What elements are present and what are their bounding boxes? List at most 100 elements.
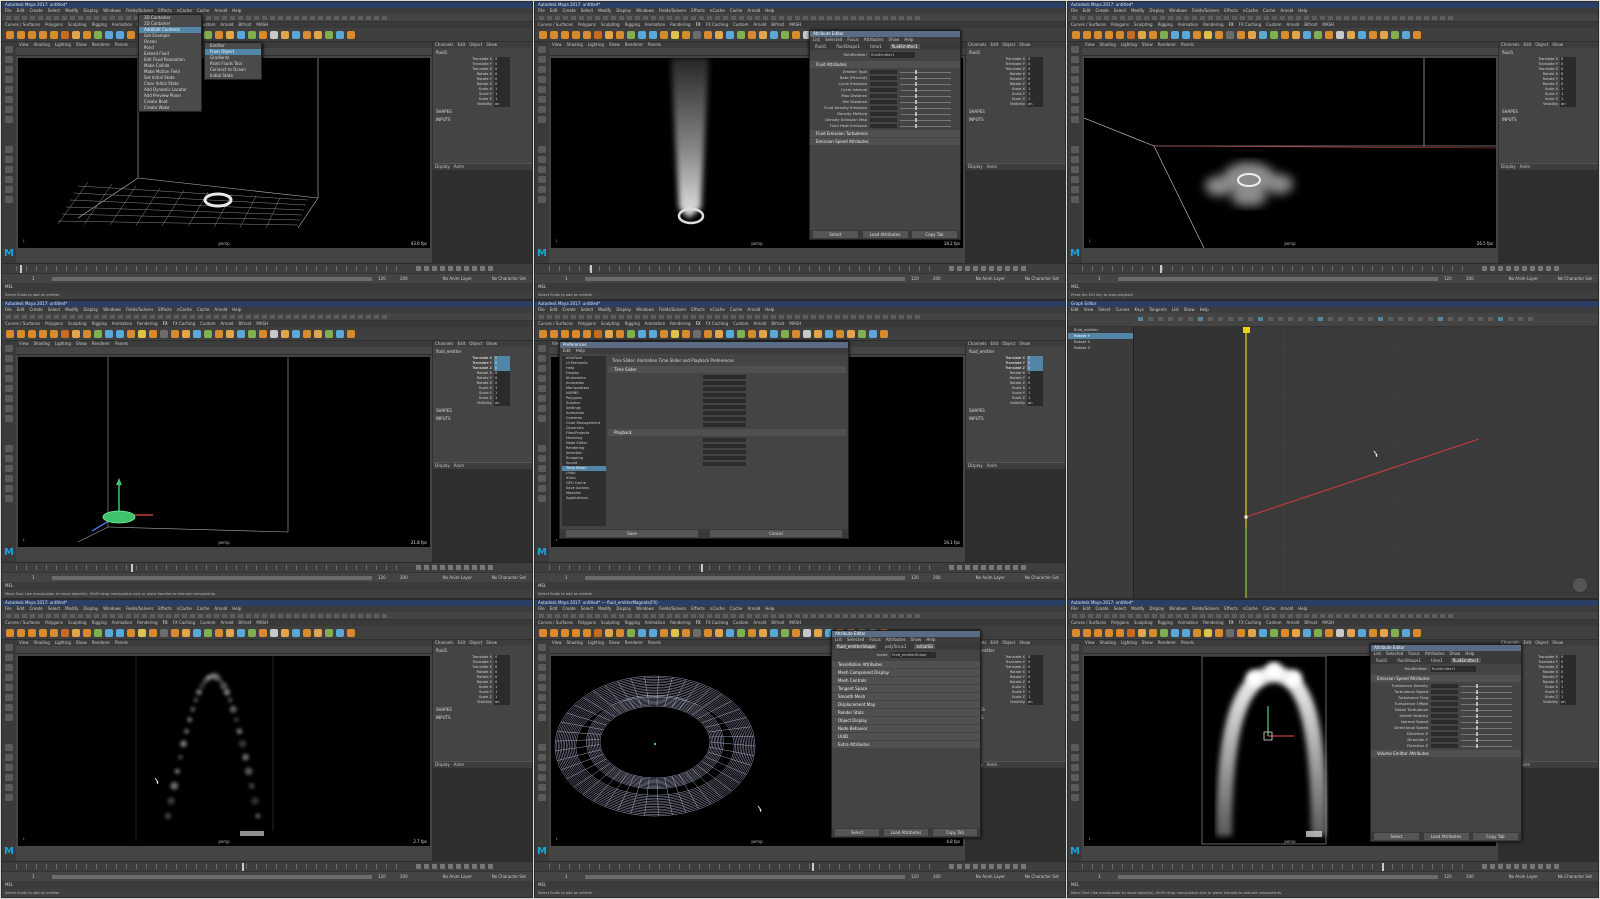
menu-help[interactable]: Help	[1298, 606, 1307, 611]
tool-icon[interactable]	[538, 375, 546, 382]
shelf-tool-icon[interactable]	[539, 330, 547, 338]
status-line-icon[interactable]	[603, 315, 608, 319]
shelf-tab[interactable]: MASH	[1322, 620, 1334, 625]
status-line-icon[interactable]	[635, 315, 640, 319]
shelf-tab[interactable]: Bifrost	[771, 321, 784, 326]
menu-cache[interactable]: Cache	[197, 606, 209, 611]
playback-button-icon[interactable]	[424, 565, 429, 570]
status-line-icon[interactable]	[595, 16, 600, 20]
status-line-icon[interactable]	[843, 315, 848, 319]
menu-ncache[interactable]: nCache	[177, 8, 192, 13]
channel-row[interactable]: Visibility on	[1499, 102, 1598, 107]
status-line-icon[interactable]	[302, 315, 307, 319]
status-line-icon[interactable]	[563, 315, 568, 319]
status-line-icon[interactable]	[755, 614, 760, 618]
shelf-tool-icon[interactable]	[704, 31, 712, 39]
playback-button-icon[interactable]	[981, 864, 986, 869]
playback-button-icon[interactable]	[440, 565, 445, 570]
tool-icon[interactable]	[5, 66, 13, 73]
status-line-icon[interactable]	[779, 16, 784, 20]
ae-section-header[interactable]: Node Behavior	[832, 725, 980, 732]
status-line-icon[interactable]	[1112, 16, 1117, 20]
status-line-icon[interactable]	[667, 16, 672, 20]
tool-icon[interactable]	[538, 694, 546, 701]
shelf-tab[interactable]: Arnold	[753, 22, 766, 27]
command-line[interactable]: MEL	[535, 881, 1065, 889]
shelf-tab[interactable]: Curves / Surfaces	[1071, 22, 1106, 27]
status-line-icon[interactable]	[54, 315, 59, 319]
shelf-tool-icon[interactable]	[583, 330, 591, 338]
shelf-tool-icon[interactable]	[1226, 629, 1234, 637]
status-line-icon[interactable]	[366, 315, 371, 319]
channel-box-menu-item[interactable]: Show	[1019, 42, 1030, 47]
shelf-tool-icon[interactable]	[17, 330, 25, 338]
status-line-icon[interactable]	[771, 16, 776, 20]
status-line-icon[interactable]	[310, 16, 315, 20]
tool-icon[interactable]	[1071, 664, 1079, 671]
status-line-icon[interactable]	[795, 16, 800, 20]
tool-icon[interactable]	[538, 365, 546, 372]
channel-box-menu-item[interactable]: Edit	[458, 640, 466, 645]
shelf-tool-icon[interactable]	[116, 629, 124, 637]
tool-icon[interactable]	[5, 415, 13, 422]
shelf-tool-icon[interactable]	[226, 629, 234, 637]
ae-attribute-slider[interactable]	[900, 78, 951, 79]
ae-menu-item[interactable]: List	[813, 37, 820, 42]
channel-value[interactable]: on	[1027, 700, 1043, 705]
status-line-icon[interactable]	[70, 315, 75, 319]
playback-button-icon[interactable]	[432, 266, 437, 271]
status-line-icon[interactable]	[294, 315, 299, 319]
playback-button-icon[interactable]	[1005, 266, 1010, 271]
menu-edit[interactable]: Edit	[1083, 8, 1091, 13]
fluids-menu-item[interactable]: Create Wake	[139, 105, 201, 111]
layout-icon[interactable]	[5, 784, 13, 791]
ae-attribute-slider[interactable]	[900, 126, 951, 127]
status-line-icon[interactable]	[1392, 614, 1397, 618]
playback-button-icon[interactable]	[949, 864, 954, 869]
panel-menu-item[interactable]: View	[19, 42, 29, 47]
shelf-tool-icon[interactable]	[1248, 629, 1256, 637]
status-line-icon[interactable]	[859, 315, 864, 319]
status-line-icon[interactable]	[62, 614, 67, 618]
status-line-icon[interactable]	[747, 16, 752, 20]
status-line-icon[interactable]	[835, 16, 840, 20]
status-line-icon[interactable]	[1144, 614, 1149, 618]
shelf-tab[interactable]: FX	[163, 321, 168, 326]
range-slider[interactable]: 1 120 200 No Character Set No Anim Layer	[535, 572, 1065, 582]
shelf-tool-icon[interactable]	[561, 31, 569, 39]
graph-editor-graph[interactable]	[1134, 327, 1598, 598]
channel-box-menu-item[interactable]: Channels	[435, 341, 454, 346]
command-line[interactable]: MEL	[1068, 283, 1598, 291]
status-line-icon[interactable]	[611, 614, 616, 618]
status-line-icon[interactable]	[166, 614, 171, 618]
layer-tab[interactable]: Anim	[454, 463, 464, 468]
shelf-tool-icon[interactable]	[671, 330, 679, 338]
shelf-tool-icon[interactable]	[61, 330, 69, 338]
tool-icon[interactable]	[5, 345, 13, 352]
status-line-icon[interactable]	[54, 16, 59, 20]
menu-create[interactable]: Create	[29, 307, 42, 312]
ae-attribute-field[interactable]	[870, 106, 897, 110]
shelf-tool-icon[interactable]	[726, 330, 734, 338]
status-line-icon[interactable]	[286, 315, 291, 319]
shelf-tab[interactable]: Bifrost	[771, 620, 784, 625]
ae-section-header[interactable]: Emission Speed Attributes	[1371, 675, 1521, 682]
status-line-icon[interactable]	[1272, 16, 1277, 20]
status-line-icon[interactable]	[891, 315, 896, 319]
shelf-tool-icon[interactable]	[270, 31, 278, 39]
ae-menu-item[interactable]: Show	[889, 37, 900, 42]
layer-tab[interactable]: Anim	[454, 164, 464, 169]
status-line-icon[interactable]	[587, 16, 592, 20]
ae-menu-item[interactable]: Attributes	[864, 37, 884, 42]
ae-button-select[interactable]: Select	[1374, 833, 1419, 840]
shelf-tool-icon[interactable]	[781, 629, 789, 637]
ae-menu-item[interactable]: Help	[926, 637, 935, 642]
shelf-tool-icon[interactable]	[39, 31, 47, 39]
status-line-icon[interactable]	[803, 614, 808, 618]
menu-select[interactable]: Select	[48, 307, 60, 312]
ae-section-header[interactable]: Fluid Attributes	[810, 61, 960, 68]
ge-tool-icon[interactable]	[1198, 317, 1203, 321]
status-line-icon[interactable]	[635, 16, 640, 20]
menu-effects[interactable]: Effects	[158, 606, 172, 611]
playback-button-icon[interactable]	[1021, 565, 1026, 570]
